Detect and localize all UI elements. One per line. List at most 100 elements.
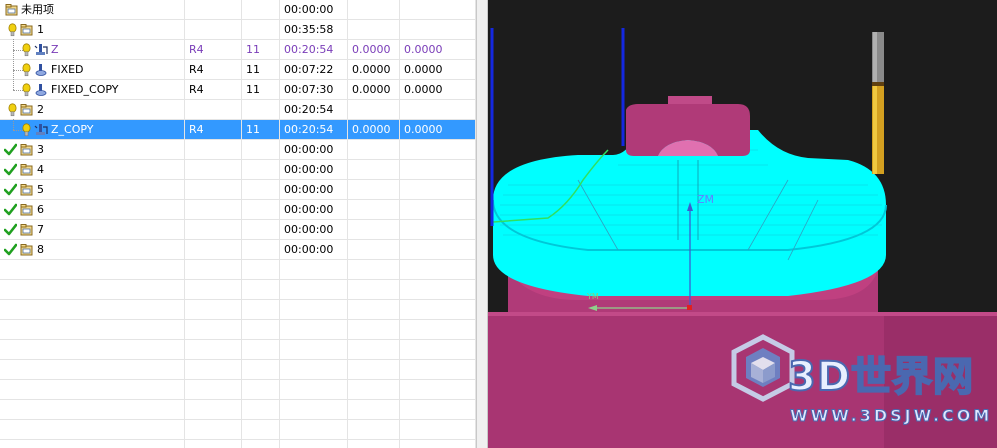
empty-row bbox=[0, 420, 476, 440]
program-group-row[interactable]: 未用项 00:00:00 bbox=[0, 0, 476, 20]
program-folder-icon bbox=[20, 243, 33, 259]
tool-number: 11 bbox=[246, 123, 260, 136]
grid-cell bbox=[242, 20, 280, 40]
grid-cell bbox=[185, 20, 242, 40]
grid-cell bbox=[348, 220, 400, 240]
grid-cell bbox=[242, 180, 280, 200]
stock-value: 0.0000 bbox=[352, 83, 391, 96]
operation-name: 1 bbox=[37, 23, 44, 36]
grid-cell bbox=[242, 100, 280, 120]
grid-cell bbox=[0, 300, 185, 320]
axis-y-label: YM bbox=[587, 292, 599, 301]
fixed-contour-operation-icon bbox=[34, 83, 48, 100]
program-group-row[interactable]: 4 00:00:00 bbox=[0, 160, 476, 180]
checkmark-icon bbox=[3, 203, 18, 219]
operation-row[interactable]: Z R4 11 00:20:54 0.0000 0.0000 bbox=[0, 39, 476, 60]
program-group-row[interactable]: 1 00:35:58 bbox=[0, 20, 476, 40]
grid-cell bbox=[0, 440, 185, 448]
machining-time: 00:00:00 bbox=[284, 163, 334, 176]
operation-row[interactable]: Z_COPY R4 11 00:20:54 0.0000 0.0000 bbox=[0, 119, 476, 140]
program-group-row[interactable]: 3 00:00:00 bbox=[0, 140, 476, 160]
operation-name: 8 bbox=[37, 243, 44, 256]
grid-cell bbox=[400, 320, 476, 340]
stock-value: 0.0000 bbox=[404, 43, 443, 56]
panel-splitter[interactable] bbox=[476, 0, 488, 448]
grid-cell bbox=[185, 220, 242, 240]
fixed-contour-operation-icon bbox=[34, 63, 48, 80]
grid-cell bbox=[400, 260, 476, 280]
operation-name: Z bbox=[51, 43, 59, 56]
grid-cell bbox=[185, 180, 242, 200]
grid-cell bbox=[0, 400, 185, 420]
grid-cell bbox=[185, 360, 242, 380]
grid-cell bbox=[400, 420, 476, 440]
tool-number: 11 bbox=[246, 43, 260, 56]
operation-navigator: 未用项 00:00:00 1 00:35:58 Z R4 11 00:20:54 0.0000 0… bbox=[0, 0, 476, 448]
grid-cell bbox=[185, 100, 242, 120]
grid-cell bbox=[0, 380, 185, 400]
grid-cell bbox=[280, 400, 348, 420]
lightbulb-icon bbox=[22, 43, 31, 60]
empty-row bbox=[0, 300, 476, 320]
grid-cell bbox=[280, 320, 348, 340]
grid-cell bbox=[185, 320, 242, 340]
grid-cell bbox=[348, 300, 400, 320]
grid-cell bbox=[348, 0, 400, 20]
grid-cell bbox=[242, 140, 280, 160]
grid-cell bbox=[185, 200, 242, 220]
grid-cell bbox=[400, 20, 476, 40]
grid-cell bbox=[242, 440, 280, 448]
grid-cell bbox=[400, 0, 476, 20]
grid-cell bbox=[185, 380, 242, 400]
program-folder-icon bbox=[5, 3, 18, 19]
checkmark-icon bbox=[3, 143, 18, 159]
operation-row[interactable]: FIXED R4 11 00:07:22 0.0000 0.0000 bbox=[0, 59, 476, 80]
operation-row[interactable]: FIXED_COPY R4 11 00:07:30 0.0000 0.0000 bbox=[0, 79, 476, 100]
tool-number: 11 bbox=[246, 83, 260, 96]
grid-cell bbox=[348, 280, 400, 300]
grid-cell bbox=[242, 360, 280, 380]
grid-cell bbox=[400, 440, 476, 448]
checkmark-icon bbox=[3, 223, 18, 239]
program-group-row[interactable]: 8 00:00:00 bbox=[0, 240, 476, 260]
grid-cell bbox=[348, 100, 400, 120]
grid-cell bbox=[400, 380, 476, 400]
grid-cell bbox=[242, 260, 280, 280]
program-group-row[interactable]: 6 00:00:00 bbox=[0, 200, 476, 220]
operation-name: 2 bbox=[37, 103, 44, 116]
grid-cell bbox=[400, 240, 476, 260]
operation-name: 5 bbox=[37, 183, 44, 196]
grid-cell bbox=[185, 280, 242, 300]
grid-cell bbox=[400, 300, 476, 320]
program-folder-icon bbox=[20, 23, 33, 39]
machining-time: 00:20:54 bbox=[284, 123, 334, 136]
graphics-viewport[interactable]: ZM YM 3D世界网 WWW.3DSJW.COM bbox=[488, 0, 997, 448]
program-folder-icon bbox=[20, 143, 33, 159]
machining-time: 00:07:22 bbox=[284, 63, 334, 76]
operation-name: 7 bbox=[37, 223, 44, 236]
grid-cell bbox=[400, 160, 476, 180]
grid-cell bbox=[0, 320, 185, 340]
grid-cell bbox=[242, 420, 280, 440]
tree-guide bbox=[13, 119, 14, 130]
grid-cell bbox=[0, 420, 185, 440]
grid-cell bbox=[242, 380, 280, 400]
tool-name: R4 bbox=[189, 43, 204, 56]
lightbulb-icon bbox=[8, 103, 17, 120]
grid-cell bbox=[348, 260, 400, 280]
grid-cell bbox=[348, 200, 400, 220]
grid-cell bbox=[280, 360, 348, 380]
program-group-row[interactable]: 5 00:00:00 bbox=[0, 180, 476, 200]
grid-cell bbox=[280, 420, 348, 440]
grid-cell bbox=[185, 160, 242, 180]
grid-cell bbox=[348, 20, 400, 40]
grid-cell bbox=[242, 240, 280, 260]
grid-cell bbox=[400, 360, 476, 380]
operation-name: 3 bbox=[37, 143, 44, 156]
empty-row bbox=[0, 360, 476, 380]
program-group-row[interactable]: 2 00:20:54 bbox=[0, 100, 476, 120]
watermark-title: 3D世界网 bbox=[787, 354, 975, 400]
program-group-row[interactable]: 7 00:00:00 bbox=[0, 220, 476, 240]
grid-cell bbox=[348, 380, 400, 400]
empty-row bbox=[0, 440, 476, 448]
